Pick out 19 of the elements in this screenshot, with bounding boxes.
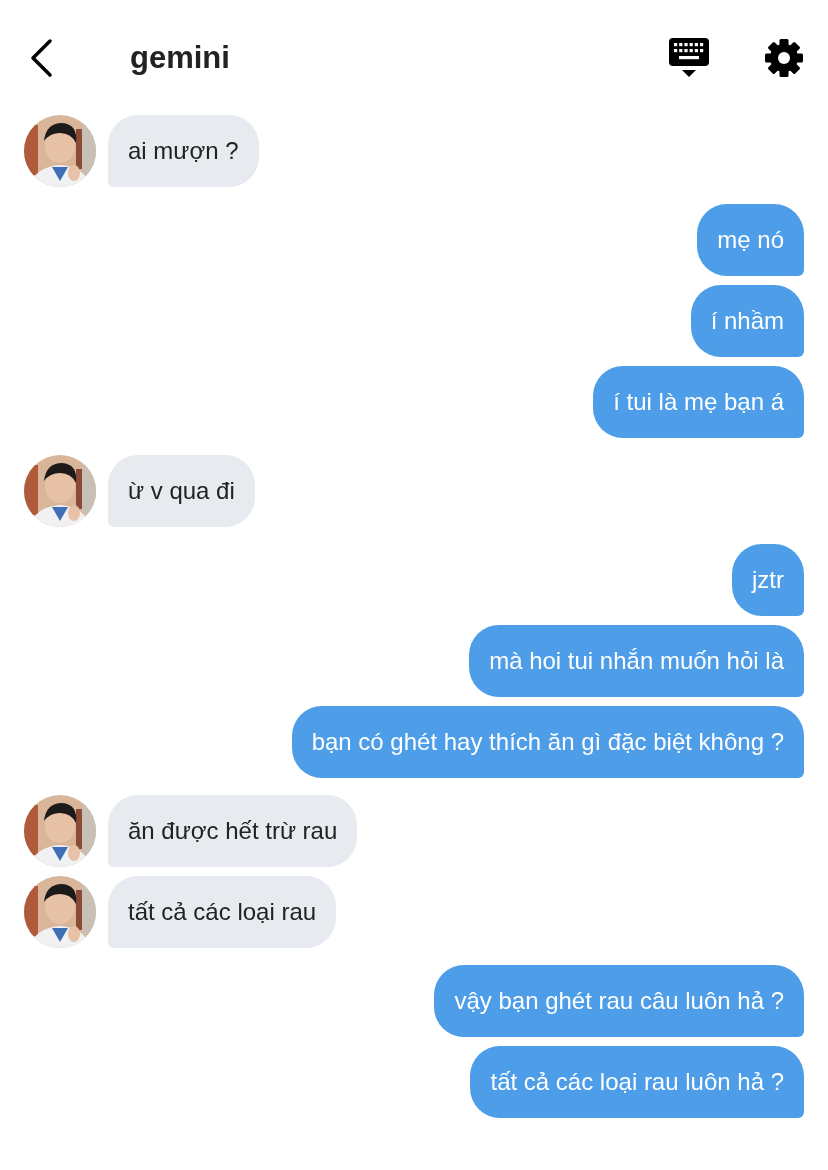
received-message: tất cả các loại rau	[108, 876, 337, 948]
sent-message: mà hoi tui nhắn muốn hỏi là	[469, 625, 804, 697]
keyboard-icon	[668, 36, 710, 79]
received-message: ai mượn ?	[108, 115, 259, 187]
settings-icon	[764, 37, 804, 78]
back-button[interactable]	[28, 37, 54, 78]
sent-message: jztr	[732, 544, 804, 616]
sent-message: vậy bạn ghét rau câu luôn hả ?	[434, 965, 804, 1037]
sent-message: tất cả các loại rau luôn hả ?	[470, 1046, 804, 1118]
sent-message: mẹ nó	[697, 204, 804, 276]
settings-button[interactable]	[764, 37, 804, 78]
back-icon	[28, 37, 54, 78]
keyboard-button[interactable]	[668, 36, 710, 79]
received-message: ừ v qua đi	[108, 455, 255, 527]
chat-title: gemini	[130, 39, 231, 76]
sent-message: í nhầm	[690, 285, 804, 357]
sent-message: bạn có ghét hay thích ăn gì đặc biệt không ?	[291, 706, 804, 778]
received-message: ăn được hết trừ rau	[108, 795, 358, 867]
sent-message: í tui là mẹ bạn á	[593, 366, 804, 438]
